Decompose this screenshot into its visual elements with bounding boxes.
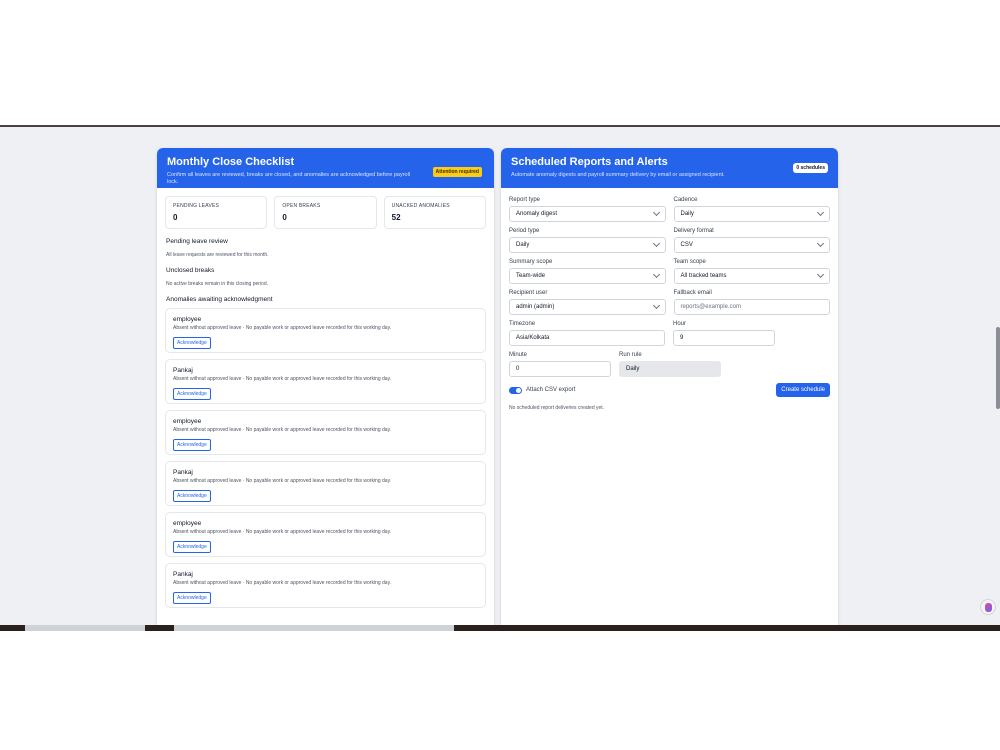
assistant-launcher-icon[interactable]: [980, 599, 996, 615]
report-type-label: Report type: [509, 197, 541, 203]
select-value: CSV: [680, 242, 693, 248]
chevron-down-icon: [816, 270, 825, 279]
hour-input[interactable]: 9: [673, 330, 775, 346]
checklist-header: Monthly Close Checklist Confirm all leav…: [157, 148, 494, 188]
anomaly-employee-name: employee: [173, 316, 202, 323]
stat-label: PENDING LEAVES: [173, 203, 220, 209]
anomaly-description: Absent without approved leave · No payab…: [173, 580, 392, 586]
summary-scope-select[interactable]: Team-wide: [509, 268, 666, 284]
acknowledge-button[interactable]: Acknowledge: [173, 592, 211, 604]
anomaly-employee-name: employee: [173, 418, 202, 425]
anomaly-employee-name: Pankaj: [173, 469, 193, 476]
anomaly-card: employee Absent without approved leave ·…: [165, 308, 486, 353]
team-scope-label: Team scope: [673, 259, 706, 265]
run-rule-readonly: Daily: [619, 361, 721, 377]
stat-unacked-anomalies: UNACKED ANOMALIES 52: [383, 196, 486, 229]
timezone-label: Timezone: [509, 321, 536, 327]
stat-open-breaks: OPEN BREAKS 0: [274, 196, 377, 229]
create-schedule-button[interactable]: Create schedule: [776, 383, 830, 397]
empty-schedules-text: No scheduled report deliveries created y…: [509, 405, 605, 411]
checklist-subtitle: Confirm all leaves are reviewed, breaks …: [167, 172, 411, 185]
select-value: Anomaly digest: [516, 211, 558, 217]
anomaly-card: Pankaj Absent without approved leave · N…: [165, 461, 486, 506]
schedules-count-badge: 0 schedules: [793, 163, 828, 173]
team-scope-select[interactable]: All tracked teams: [673, 268, 830, 284]
hour-label: Hour: [673, 321, 687, 327]
chevron-down-icon: [652, 301, 660, 310]
anomaly-employee-name: Pankaj: [173, 367, 193, 374]
pending-leave-title: Pending leave review: [166, 238, 228, 245]
select-value: Daily: [680, 211, 694, 217]
run-rule-label: Run rule: [619, 352, 642, 358]
anomaly-description: Absent without approved leave · No payab…: [173, 376, 392, 382]
attention-badge: Attention required: [432, 167, 482, 177]
recipient-user-label: Recipient user: [509, 290, 548, 296]
chevron-down-icon: [816, 208, 825, 217]
select-value: Team-wide: [516, 273, 546, 279]
stat-value: 52: [391, 213, 401, 222]
anomaly-employee-name: employee: [173, 520, 202, 527]
period-type-select[interactable]: Daily: [509, 237, 666, 253]
monthly-close-checklist-panel: Monthly Close Checklist Confirm all leav…: [157, 148, 494, 625]
select-value: Daily: [516, 242, 530, 248]
attach-csv-label: Attach CSV export: [526, 387, 576, 393]
schedule-form: Report type Anomaly digest Cadence Daily…: [501, 188, 838, 411]
stat-label: OPEN BREAKS: [282, 203, 321, 209]
delivery-format-select[interactable]: CSV: [673, 237, 830, 253]
anomaly-card: employee Absent without approved leave ·…: [165, 512, 486, 557]
taskbar-strip: [0, 625, 1000, 631]
unclosed-breaks-title: Unclosed breaks: [166, 267, 215, 274]
anomaly-description: Absent without approved leave · No payab…: [173, 478, 392, 484]
reports-subtitle: Automate anomaly digests and payroll sum…: [511, 172, 725, 178]
acknowledge-button[interactable]: Acknowledge: [173, 439, 211, 451]
stat-label: UNACKED ANOMALIES: [391, 203, 450, 209]
select-value: All tracked teams: [680, 273, 727, 279]
delivery-format-label: Delivery format: [673, 228, 714, 234]
minute-input[interactable]: 0: [509, 361, 611, 377]
acknowledge-button[interactable]: Acknowledge: [173, 337, 211, 349]
minute-label: Minute: [509, 352, 528, 358]
pending-leave-text: All leave requests are reviewed for this…: [166, 252, 269, 258]
scheduled-reports-panel: Scheduled Reports and Alerts Automate an…: [501, 148, 838, 625]
anomaly-list: employee Absent without approved leave ·…: [157, 308, 494, 608]
recipient-user-select[interactable]: admin (admin): [509, 299, 666, 315]
reports-title: Scheduled Reports and Alerts: [511, 156, 668, 168]
chevron-down-icon: [652, 208, 660, 217]
unclosed-breaks-text: No active breaks remain in this closing …: [166, 281, 268, 287]
fallback-email-label: Fallback email: [673, 290, 712, 296]
chevron-down-icon: [816, 239, 825, 248]
chevron-down-icon: [652, 270, 660, 279]
reports-header: Scheduled Reports and Alerts Automate an…: [501, 148, 838, 188]
anomaly-card: Pankaj Absent without approved leave · N…: [165, 563, 486, 608]
anomalies-title: Anomalies awaiting acknowledgment: [166, 296, 273, 303]
attach-csv-toggle[interactable]: [509, 386, 522, 394]
chevron-down-icon: [652, 239, 660, 248]
app-viewport: Monthly Close Checklist Confirm all leav…: [0, 127, 1000, 625]
anomaly-card: employee Absent without approved leave ·…: [165, 410, 486, 455]
report-type-select[interactable]: Anomaly digest: [509, 206, 666, 222]
acknowledge-button[interactable]: Acknowledge: [173, 541, 211, 553]
stat-value: 0: [173, 213, 178, 222]
timezone-input[interactable]: Asia/Kolkata: [509, 330, 665, 346]
anomaly-description: Absent without approved leave · No payab…: [173, 325, 392, 331]
anomaly-description: Absent without approved leave · No payab…: [173, 427, 392, 433]
anomaly-card: Pankaj Absent without approved leave · N…: [165, 359, 486, 404]
anomaly-employee-name: Pankaj: [173, 571, 193, 578]
acknowledge-button[interactable]: Acknowledge: [173, 490, 211, 502]
cadence-label: Cadence: [673, 197, 698, 203]
select-value: admin (admin): [516, 304, 555, 310]
cadence-select[interactable]: Daily: [673, 206, 830, 222]
fallback-email-input[interactable]: reports@example.com: [673, 299, 830, 315]
anomaly-description: Absent without approved leave · No payab…: [173, 529, 392, 535]
stats-row: PENDING LEAVES 0 OPEN BREAKS 0 UNACKED A…: [157, 188, 494, 229]
stat-value: 0: [282, 213, 287, 222]
stat-pending-leaves: PENDING LEAVES 0: [165, 196, 268, 229]
period-type-label: Period type: [509, 228, 540, 234]
summary-scope-label: Summary scope: [509, 259, 553, 265]
acknowledge-button[interactable]: Acknowledge: [173, 388, 211, 400]
page-scrollbar[interactable]: [996, 327, 1000, 409]
